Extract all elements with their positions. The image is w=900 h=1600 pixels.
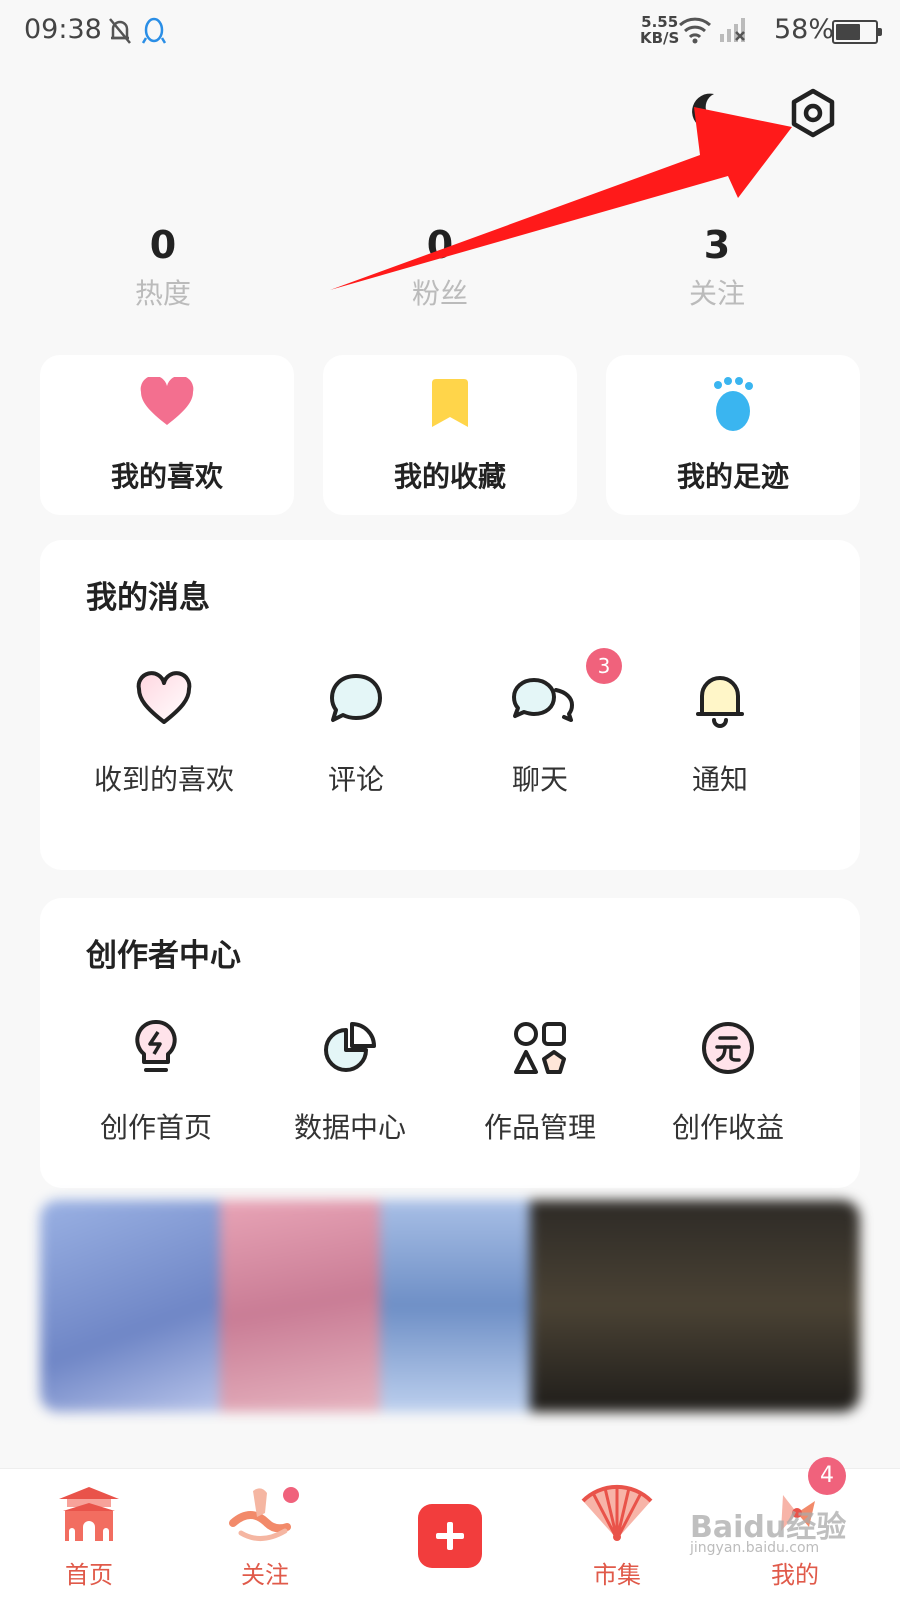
section-title: 我的消息: [86, 580, 210, 616]
nav-label: 关注: [241, 1561, 289, 1589]
nav-label: 我的: [771, 1561, 819, 1589]
moon-icon[interactable]: [684, 88, 732, 140]
nav-home[interactable]: 首页: [14, 1469, 164, 1600]
data-center-item[interactable]: 数据中心: [250, 1016, 450, 1146]
works-management-item[interactable]: 作品管理: [440, 1016, 640, 1146]
creator-home-item[interactable]: 创作首页: [56, 1016, 256, 1146]
create-plus-button[interactable]: [418, 1504, 482, 1568]
my-footprints-card[interactable]: 我的足迹: [606, 355, 860, 515]
mute-bell-icon: [108, 16, 132, 50]
stat-label: 粉丝: [411, 277, 468, 310]
nav-market[interactable]: 市集: [542, 1469, 692, 1600]
stat-label: 关注: [688, 277, 745, 310]
footprint-icon: [708, 377, 758, 437]
my-likes-card[interactable]: 我的喜欢: [40, 355, 294, 515]
nav-label: 市集: [593, 1561, 641, 1589]
me-badge: 4: [808, 1457, 846, 1495]
battery-icon: [832, 20, 882, 44]
heart-icon: [139, 375, 195, 433]
item-label: 数据中心: [293, 1111, 406, 1144]
item-label: 聊天: [511, 763, 568, 796]
comment-icon: [324, 668, 388, 732]
notifications-item[interactable]: 通知: [620, 668, 820, 798]
chat-badge: 3: [586, 648, 622, 684]
chat-icon: [508, 668, 574, 732]
stat-value: 3: [703, 223, 731, 267]
section-title: 创作者中心: [86, 938, 241, 974]
cell-signal-icon: [718, 16, 750, 48]
baidu-watermark: Baidu经验 jingyan.baidu.com: [690, 1510, 847, 1557]
pie-chart-icon: [318, 1016, 382, 1080]
status-time: 09:38: [24, 14, 102, 45]
item-label: 创作首页: [99, 1111, 212, 1144]
chat-item[interactable]: 3 聊天: [440, 648, 640, 798]
stat-following[interactable]: 3 关注: [637, 222, 797, 312]
nav-follow[interactable]: 关注: [190, 1469, 340, 1600]
item-label: 作品管理: [483, 1111, 596, 1144]
comments-item[interactable]: 评论: [256, 668, 456, 798]
creator-earnings-item[interactable]: 创作收益: [628, 1016, 828, 1146]
item-label: 通知: [691, 763, 748, 796]
status-bar: 09:38 5.55 KB/S 58%: [0, 0, 900, 64]
stat-value: 0: [426, 223, 454, 267]
home-palace-icon: [55, 1483, 123, 1549]
stat-heat[interactable]: 0 热度: [83, 222, 243, 312]
yuan-icon: [696, 1016, 760, 1080]
qq-icon: [140, 16, 168, 50]
item-label: 收到的喜欢: [93, 763, 234, 796]
item-label: 创作收益: [671, 1111, 784, 1144]
received-likes-item[interactable]: 收到的喜欢: [64, 668, 264, 798]
card-label: 我的喜欢: [110, 460, 223, 493]
fan-market-icon: [579, 1483, 655, 1549]
stat-label: 热度: [134, 277, 191, 310]
shapes-icon: [508, 1016, 572, 1080]
heart-outline-icon: [132, 668, 196, 732]
my-messages-section: 我的消息 收到的喜欢 评论 3 聊天 通知: [40, 540, 860, 870]
net-speed: 5.55 KB/S: [640, 13, 680, 47]
bookmark-icon: [428, 377, 472, 435]
bell-icon: [688, 668, 752, 732]
bulb-icon: [124, 1016, 188, 1080]
settings-icon[interactable]: [788, 88, 838, 142]
wifi-icon: [678, 16, 712, 48]
my-favorites-card[interactable]: 我的收藏: [323, 355, 577, 515]
promo-banner[interactable]: [40, 1200, 860, 1412]
follow-icon: [227, 1483, 303, 1551]
creator-center-section: 创作者中心 创作首页 数据中心 作品管理 创作收益: [40, 898, 860, 1188]
card-label: 我的收藏: [393, 460, 506, 493]
stat-value: 0: [149, 223, 177, 267]
stat-fans[interactable]: 0 粉丝: [360, 222, 520, 312]
nav-label: 首页: [65, 1561, 113, 1589]
battery-percent: 58%: [774, 14, 835, 45]
card-label: 我的足迹: [676, 460, 789, 493]
item-label: 评论: [327, 763, 384, 796]
